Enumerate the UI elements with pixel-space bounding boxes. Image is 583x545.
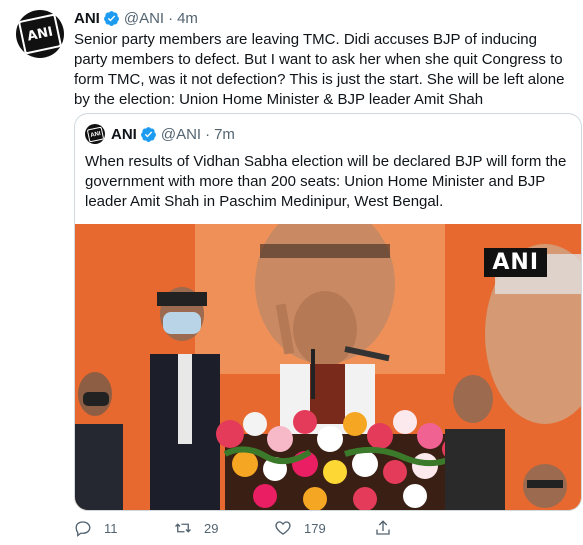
- reply-button[interactable]: 11: [74, 519, 118, 537]
- quoted-text: When results of Vidhan Sabha election wi…: [85, 153, 567, 210]
- display-name[interactable]: ANI: [74, 10, 100, 27]
- timestamp[interactable]: 4m: [177, 10, 198, 27]
- verified-badge-icon: [103, 11, 119, 26]
- share-icon: [376, 520, 390, 535]
- retweet-count: 29: [204, 520, 219, 536]
- separator-dot: ·: [205, 126, 211, 143]
- rally-photo[interactable]: ANI: [75, 224, 581, 510]
- like-count: 179: [304, 520, 326, 536]
- quoted-tweet[interactable]: ANI ANI @ANI · 7m When results of Vidhan…: [74, 113, 582, 511]
- quoted-handle: @ANI: [160, 126, 202, 143]
- tweet-header: ANI @ANI · 4m: [74, 10, 198, 27]
- ani-logo-icon: ANI: [86, 126, 104, 142]
- action-bar: 11 29 179: [74, 519, 580, 541]
- retweet-icon: [175, 523, 191, 533]
- reply-count: 11: [104, 520, 118, 536]
- tweet-text: Senior party members are leaving TMC. Di…: [74, 31, 565, 108]
- separator-dot: ·: [168, 10, 174, 27]
- quoted-timestamp: 7m: [214, 126, 235, 143]
- quoted-header: ANI @ANI · 7m: [111, 126, 235, 143]
- quoted-avatar: ANI: [85, 124, 105, 144]
- heart-icon: [275, 521, 291, 535]
- handle[interactable]: @ANI: [124, 10, 164, 27]
- avatar[interactable]: ANI: [16, 10, 64, 58]
- quoted-display-name: ANI: [111, 126, 137, 143]
- verified-badge-icon: [140, 127, 156, 142]
- reply-icon: [75, 521, 91, 537]
- media-watermark: ANI: [484, 248, 547, 277]
- share-button[interactable]: [374, 519, 404, 537]
- ani-logo-icon: ANI: [17, 13, 63, 55]
- retweet-button[interactable]: 29: [174, 519, 218, 537]
- like-button[interactable]: 179: [274, 519, 326, 537]
